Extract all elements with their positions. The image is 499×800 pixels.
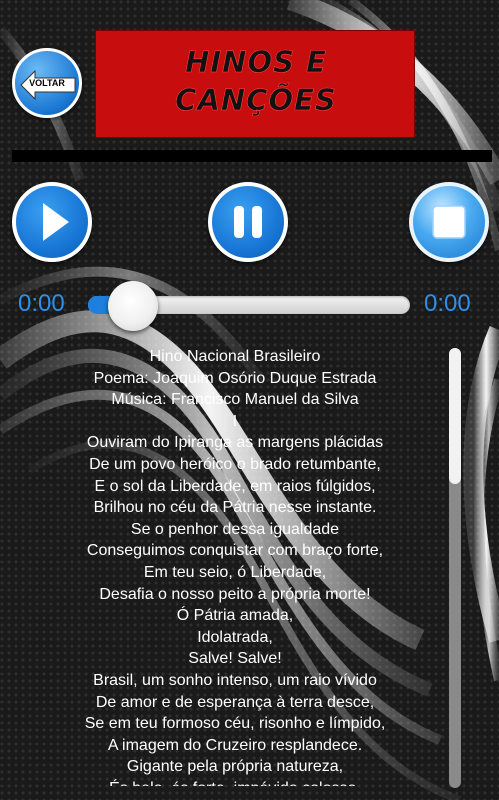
lyric-line: De um povo heróico o brado retumbante, xyxy=(89,455,381,473)
lyrics-text: Hino Nacional Brasileiro Poema: Joaquim O… xyxy=(30,346,440,786)
stop-icon xyxy=(432,205,466,239)
lyric-line: Música: Francisco Manuel da Silva xyxy=(111,391,359,409)
lyric-line: Gigante pela própria natureza, xyxy=(126,758,344,776)
lyric-line: Brasil, um sonho intenso, um raio vívido xyxy=(93,671,377,689)
lyric-line: És belo, és forte, impávido colosso, xyxy=(30,778,440,786)
lyric-line: Em teu seio, ó Liberdade, xyxy=(143,563,327,581)
scrollbar-thumb[interactable] xyxy=(449,348,461,484)
play-button[interactable] xyxy=(12,182,92,262)
current-time: 0:00 xyxy=(18,290,65,317)
lyric-line: Se o penhor dessa igualdade xyxy=(130,520,340,538)
lyric-line: Ouviram do Ipiranga as margens plácidas xyxy=(86,434,384,452)
lyric-line: I xyxy=(232,412,238,430)
lyric-line: Hino Nacional Brasileiro xyxy=(149,348,321,365)
page-title: HINOS E CANÇÕES xyxy=(175,45,337,118)
pause-button[interactable] xyxy=(208,182,288,262)
lyric-line: Ó Pátria amada, xyxy=(176,607,294,625)
lyric-line: A imagem do Cruzeiro resplandece. xyxy=(107,736,363,754)
lyric-line: Conseguimos conquistar com braço forte, xyxy=(86,542,384,560)
lyric-line: De amor e de esperança à terra desce, xyxy=(95,693,375,711)
total-time: 0:00 xyxy=(424,290,471,317)
lyric-line: Poema: Joaquim Osório Duque Estrada xyxy=(93,369,377,387)
lyric-line: E o sol da Liberdade, em raios fúlgidos, xyxy=(94,477,376,495)
back-button[interactable]: VOLTAR xyxy=(12,48,82,118)
lyrics-scrollbar[interactable] xyxy=(449,348,461,788)
lyric-line: Se em teu formoso céu, risonho e límpido… xyxy=(84,715,386,733)
lyric-line: Idolatrada, xyxy=(197,628,273,646)
title-banner: HINOS E CANÇÕES xyxy=(95,30,415,138)
app-screen: VOLTAR HINOS E CANÇÕES 0:00 0:00 Hino Na… xyxy=(0,0,499,800)
stop-button[interactable] xyxy=(409,182,489,262)
play-icon xyxy=(43,203,69,241)
lyric-line: Desafia o nosso peito a própria morte! xyxy=(99,585,371,603)
lyric-line: Salve! Salve! xyxy=(188,650,282,668)
back-label: VOLTAR xyxy=(29,78,65,88)
lyric-line: Brilhou no céu da Pátria nesse instante. xyxy=(93,499,377,517)
seek-thumb[interactable] xyxy=(108,281,158,331)
pause-icon xyxy=(234,206,262,238)
divider xyxy=(12,150,492,162)
